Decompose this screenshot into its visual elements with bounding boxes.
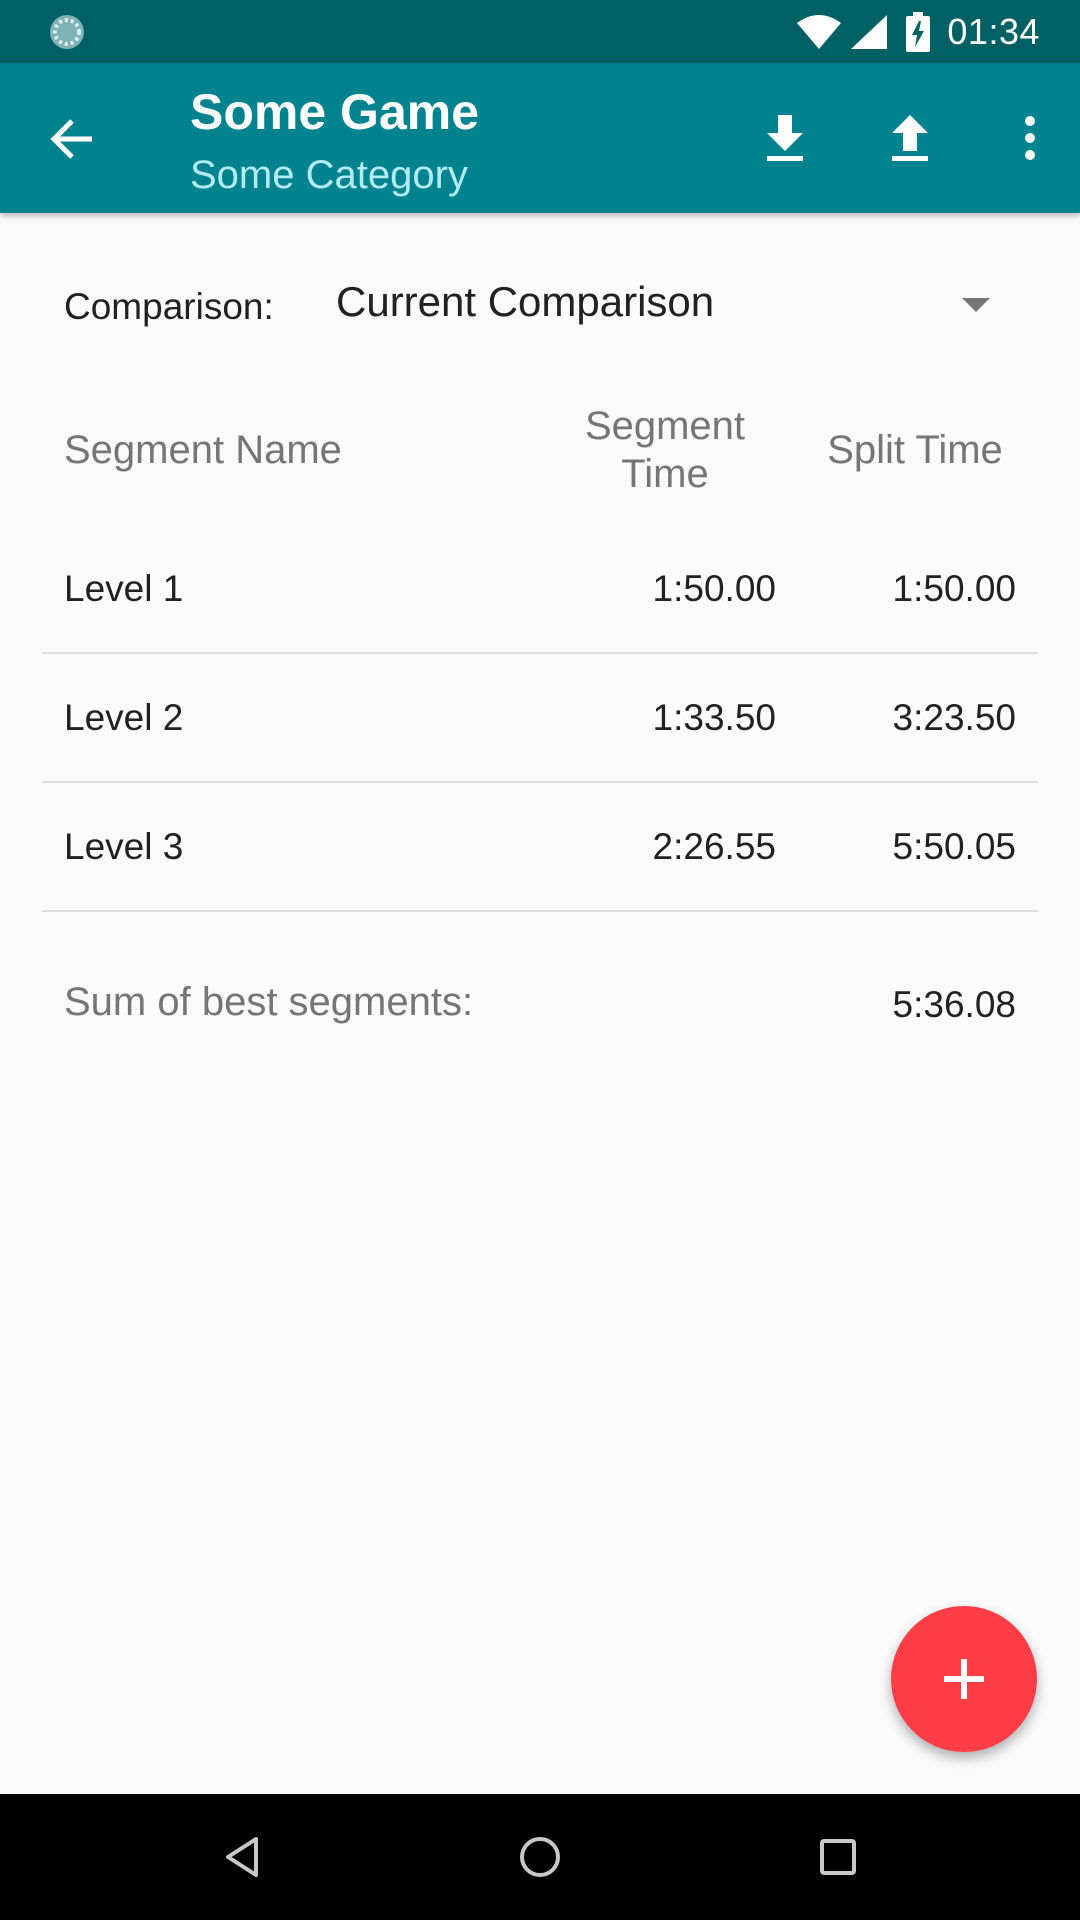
status-bar: 01:34: [0, 0, 1080, 63]
row-segment-time: 1:50.00: [652, 568, 776, 609]
status-icons: 01:34: [795, 0, 1040, 63]
row-split-time: 5:50.05: [892, 826, 1016, 867]
sum-of-best-label: Sum of best segments:: [64, 980, 474, 1024]
header-segment-time-line2: Time: [621, 452, 709, 496]
nav-home-button[interactable]: [508, 1825, 572, 1889]
navigation-bar: [0, 1794, 1080, 1920]
upload-icon: [892, 115, 928, 161]
more-options-button[interactable]: [1000, 108, 1060, 168]
table-row[interactable]: Level 1 1:50.00 1:50.00: [42, 524, 1038, 654]
table-row[interactable]: Level 2 1:33.50 3:23.50: [42, 653, 1038, 783]
back-button[interactable]: [44, 111, 100, 167]
back-arrow-icon: [50, 119, 92, 159]
wifi-icon: [797, 14, 842, 49]
row-segment-time: 2:26.55: [652, 826, 776, 867]
nav-back-button[interactable]: [210, 1825, 274, 1889]
status-time: 01:34: [947, 10, 1040, 52]
comparison-dropdown[interactable]: Current Comparison: [336, 276, 996, 336]
add-icon: [944, 1659, 984, 1699]
header-segment-time-line1: Segment: [584, 404, 746, 448]
nav-recents-icon: [820, 1839, 856, 1875]
sync-spinner-icon: [50, 15, 84, 49]
table-row[interactable]: Level 3 2:26.55 5:50.05: [42, 782, 1038, 912]
row-segment-name: Level 3: [64, 826, 184, 867]
app-title: Some Game: [190, 84, 480, 140]
row-segment-name: Level 1: [64, 568, 184, 609]
comparison-selected-value: Current Comparison: [336, 278, 715, 325]
header-segment-name: Segment Name: [64, 428, 342, 472]
header-segment-time: Segment Time: [560, 402, 770, 498]
nav-home-icon: [520, 1837, 560, 1877]
dropdown-arrow-icon: [962, 298, 990, 312]
row-split-time: 3:23.50: [892, 697, 1016, 738]
row-split-time: 1:50.00: [892, 568, 1016, 609]
app-bar: Some Game Some Category: [0, 63, 1080, 213]
add-segment-fab[interactable]: [891, 1606, 1037, 1752]
signal-icon: [851, 14, 888, 49]
nav-back-icon: [226, 1837, 258, 1877]
sum-of-best-value: 5:36.08: [892, 984, 1016, 1025]
download-icon: [767, 115, 803, 161]
battery-charging-icon: [906, 11, 931, 52]
header-split-time: Split Time: [827, 428, 1003, 472]
upload-button[interactable]: [880, 108, 940, 168]
download-button[interactable]: [755, 108, 815, 168]
more-vert-icon: [1025, 116, 1035, 160]
nav-recents-button[interactable]: [806, 1825, 870, 1889]
row-segment-time: 1:33.50: [652, 697, 776, 738]
app-subtitle: Some Category: [190, 153, 468, 197]
comparison-label: Comparison:: [64, 286, 274, 327]
row-segment-name: Level 2: [64, 697, 184, 738]
